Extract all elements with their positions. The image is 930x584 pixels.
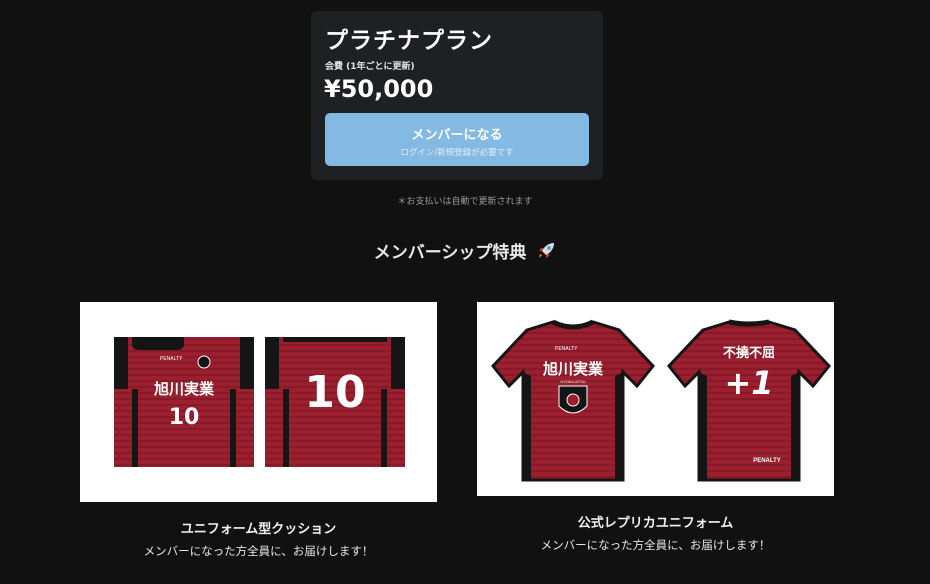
fee-label: 会費 (1年ごとに更新) <box>325 62 415 72</box>
uniform-image: PENALTY 旭川実業 KYOKUJITSU 不撓不屈 +1 PENALTY <box>477 302 834 496</box>
uniform-back-text: 不撓不屈 <box>723 345 775 361</box>
uniform-front: PENALTY 旭川実業 KYOKUJITSU <box>491 319 655 482</box>
rocket-icon <box>536 241 556 266</box>
join-button-note: ログイン/新規登録が必要です <box>400 148 514 158</box>
join-button-label: メンバーになる <box>411 128 503 143</box>
uniform-front-brand: PENALTY <box>555 346 578 352</box>
benefit-desc-cushion: メンバーになった方全員に、お届けします！ <box>143 544 374 558</box>
plan-price: ¥50,000 <box>324 75 434 103</box>
uniform-back-brand: PENALTY <box>753 458 781 464</box>
cushion-front-number: 10 <box>169 405 200 430</box>
benefits-section-title: メンバーシップ特典 <box>0 238 930 266</box>
benefit-title-cushion: ユニフォーム型クッション <box>180 522 337 537</box>
benefits-title-text: メンバーシップ特典 <box>373 243 527 263</box>
cushion-front: PENALTY 旭川実業 10 <box>114 337 254 467</box>
benefit-title-uniform: 公式レプリカユニフォーム <box>577 516 734 531</box>
uniform-back-number: +1 <box>724 364 773 402</box>
cushion-back-number: 10 <box>304 367 365 418</box>
benefit-desc-uniform: メンバーになった方全員に、お届けします！ <box>540 538 771 552</box>
uniform-emblem-text: KYOKUJITSU <box>560 379 585 384</box>
cushion-front-brand: PENALTY <box>160 356 183 362</box>
plan-card: プラチナプラン 会費 (1年ごとに更新) ¥50,000 メンバーになる ログイ… <box>311 11 603 180</box>
uniform-back: 不撓不屈 +1 PENALTY <box>667 319 831 482</box>
autorenew-note: ＊お支払いは自動で更新されます <box>397 197 533 207</box>
uniform-front-text: 旭川実業 <box>542 360 604 378</box>
join-membership-button[interactable]: メンバーになる ログイン/新規登録が必要です <box>325 113 589 166</box>
cushion-front-text: 旭川実業 <box>153 380 215 398</box>
cushion-back: 10 <box>265 337 405 467</box>
cushion-image: PENALTY 旭川実業 10 10 <box>80 302 437 502</box>
plan-name: プラチナプラン <box>325 28 493 54</box>
